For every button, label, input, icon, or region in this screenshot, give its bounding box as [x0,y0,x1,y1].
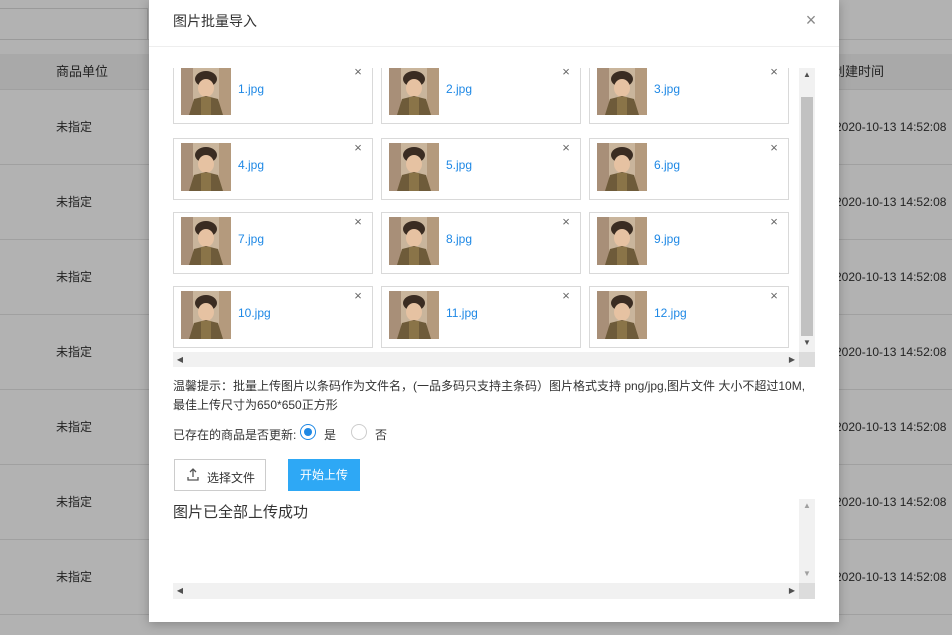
file-thumbnail [389,68,439,115]
file-list-panel: 1.jpg × 2.jpg × 3.jpg × 4.jpg × 5.jpg × 6.jpg × 7.jp… [173,68,815,367]
result-horizontal-scrollbar[interactable]: ◀ ▶ [173,583,799,599]
file-card: 12.jpg × [589,286,789,348]
scroll-left-icon[interactable]: ◀ [173,583,187,599]
close-icon[interactable]: × [803,10,819,30]
remove-icon[interactable]: × [560,215,572,229]
radio-no[interactable] [351,424,367,440]
remove-icon[interactable]: × [560,289,572,303]
start-upload-button[interactable]: 开始上传 [288,459,360,491]
file-thumbnail [597,143,647,191]
file-name[interactable]: 3.jpg [654,82,680,96]
file-thumbnail [181,68,231,115]
radio-yes-label[interactable]: 是 [324,426,336,443]
upload-icon [187,468,199,482]
file-thumbnail [389,143,439,191]
scrollbar-thumb[interactable] [801,97,813,336]
remove-icon[interactable]: × [352,215,364,229]
remove-icon[interactable]: × [768,215,780,229]
file-thumbnail [389,291,439,339]
upload-result-panel: 图片已全部上传成功 ▲ ▼ ◀ ▶ [173,499,815,599]
remove-icon[interactable]: × [768,289,780,303]
update-existing-label: 已存在的商品是否更新: [173,428,297,442]
file-name[interactable]: 10.jpg [238,306,271,320]
file-name[interactable]: 4.jpg [238,158,264,172]
file-list-vertical-scrollbar[interactable]: ▲ ▼ [799,68,815,352]
tip-line-1: 温馨提示：批量上传图片以条码作为文件名，(一品多码只支持主条码）图片格式支持 p… [173,379,806,393]
scrollbar-corner [799,583,815,599]
file-name[interactable]: 5.jpg [446,158,472,172]
remove-icon[interactable]: × [768,141,780,155]
remove-icon[interactable]: × [352,141,364,155]
scrollbar-corner [799,352,815,367]
result-vertical-scrollbar[interactable]: ▲ ▼ [799,499,815,583]
file-thumbnail [181,143,231,191]
file-name[interactable]: 9.jpg [654,232,680,246]
file-thumbnail [181,217,231,265]
file-name[interactable]: 8.jpg [446,232,472,246]
choose-file-label: 选择文件 [207,471,256,485]
file-card: 4.jpg × [173,138,373,200]
remove-icon[interactable]: × [768,68,780,79]
file-card: 8.jpg × [381,212,581,274]
remove-icon[interactable]: × [560,68,572,79]
scroll-left-icon[interactable]: ◀ [173,352,187,367]
remove-icon[interactable]: × [560,141,572,155]
file-thumbnail [389,217,439,265]
choose-file-button[interactable]: 选择文件 [174,459,266,491]
radio-no-label[interactable]: 否 [375,426,387,443]
dialog-title: 图片批量导入 [173,13,257,29]
file-card: 1.jpg × [173,68,373,124]
file-card: 10.jpg × [173,286,373,348]
file-card: 9.jpg × [589,212,789,274]
scroll-down-icon[interactable]: ▼ [799,567,815,581]
scroll-up-icon[interactable]: ▲ [799,68,815,82]
remove-icon[interactable]: × [352,289,364,303]
file-name[interactable]: 12.jpg [654,306,687,320]
file-thumbnail [597,217,647,265]
radio-yes[interactable] [300,424,316,440]
file-name[interactable]: 2.jpg [446,82,472,96]
upload-tip: 温馨提示：批量上传图片以条码作为文件名，(一品多码只支持主条码）图片格式支持 p… [173,377,818,415]
file-list-horizontal-scrollbar[interactable]: ◀ ▶ [173,352,799,367]
file-card: 3.jpg × [589,68,789,124]
file-card: 6.jpg × [589,138,789,200]
image-import-dialog: 图片批量导入 × 1.jpg × 2.jpg × 3.jpg × 4.jpg × 5.jpg × 6… [149,0,839,622]
file-card: 2.jpg × [381,68,581,124]
dialog-header: 图片批量导入 × [149,0,839,47]
file-card: 7.jpg × [173,212,373,274]
upload-result-text: 图片已全部上传成功 [173,504,309,521]
file-thumbnail [597,291,647,339]
file-card: 5.jpg × [381,138,581,200]
scroll-right-icon[interactable]: ▶ [785,352,799,367]
scroll-right-icon[interactable]: ▶ [785,583,799,599]
file-name[interactable]: 6.jpg [654,158,680,172]
file-name[interactable]: 7.jpg [238,232,264,246]
scroll-up-icon[interactable]: ▲ [799,499,815,513]
file-card: 11.jpg × [381,286,581,348]
file-thumbnail [181,291,231,339]
tip-line-2: 最佳上传尺寸为650*650正方形 [173,398,338,412]
file-name[interactable]: 1.jpg [238,82,264,96]
file-name[interactable]: 11.jpg [446,306,478,320]
remove-icon[interactable]: × [352,68,364,79]
file-thumbnail [597,68,647,115]
scroll-down-icon[interactable]: ▼ [799,336,815,350]
